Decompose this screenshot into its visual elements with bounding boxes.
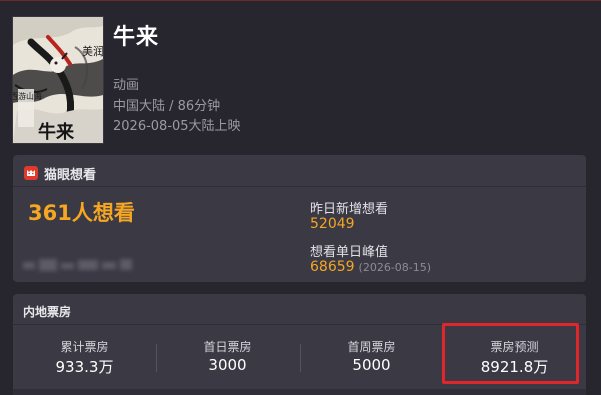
movie-detail-page: 西游山海 美润童心 牛来 牛来 动画 中国大陆 / 86分钟 2026-08-0… [0, 0, 601, 395]
card-divider [13, 186, 586, 187]
metric-label: 首周票房 [347, 340, 396, 354]
box-office-header: 内地票房 [23, 305, 72, 319]
movie-release-date: 2026-08-05大陆上映 [113, 119, 241, 134]
bottom-strip [13, 389, 586, 395]
maoyan-header: 猫眼想看 [23, 164, 97, 183]
movie-region-duration: 中国大陆 / 86分钟 [113, 99, 221, 114]
peak-want-label: 想看单日峰值 [310, 245, 389, 260]
svg-text:西游山海: 西游山海 [13, 91, 42, 101]
peak-want-value-row: 68659 (2026-08-15) [310, 259, 431, 275]
metric-cumulative-box-office: 累计票房 933.3万 [13, 325, 156, 389]
movie-genre: 动画 [113, 78, 140, 93]
new-want-value: 52049 [310, 216, 355, 232]
metric-value: 5000 [352, 356, 391, 374]
metric-label: 首日票房 [203, 340, 252, 354]
movie-poster[interactable]: 西游山海 美润童心 牛来 [13, 17, 103, 143]
peak-want-value: 68659 [310, 259, 355, 275]
maoyan-want-card: 猫眼想看 361人想看 昨日新增想看 52049 想看单日峰值 68659 (20… [13, 155, 586, 282]
want-count: 361人想看 [28, 201, 135, 225]
maoyan-cat-icon [24, 166, 38, 180]
movie-title: 牛来 [113, 25, 160, 50]
svg-text:牛来: 牛来 [38, 121, 75, 143]
metric-opening-day-box-office: 首日票房 3000 [156, 325, 299, 389]
svg-text:美润童心: 美润童心 [82, 44, 103, 58]
peak-want-date: (2026-08-15) [358, 261, 432, 274]
new-want-label: 昨日新增想看 [310, 202, 389, 217]
metric-value: 3000 [208, 356, 247, 374]
metric-separator [300, 344, 301, 372]
metric-value: 933.3万 [55, 358, 114, 376]
blurred-chart-placeholder [23, 259, 132, 271]
forecast-highlight-box [442, 323, 579, 384]
maoyan-label: 猫眼想看 [44, 167, 97, 183]
metric-label: 累计票房 [60, 340, 109, 354]
metric-opening-week-box-office: 首周票房 5000 [300, 325, 443, 389]
poster-artwork: 西游山海 美润童心 牛来 [13, 17, 103, 143]
metric-separator [156, 344, 157, 372]
